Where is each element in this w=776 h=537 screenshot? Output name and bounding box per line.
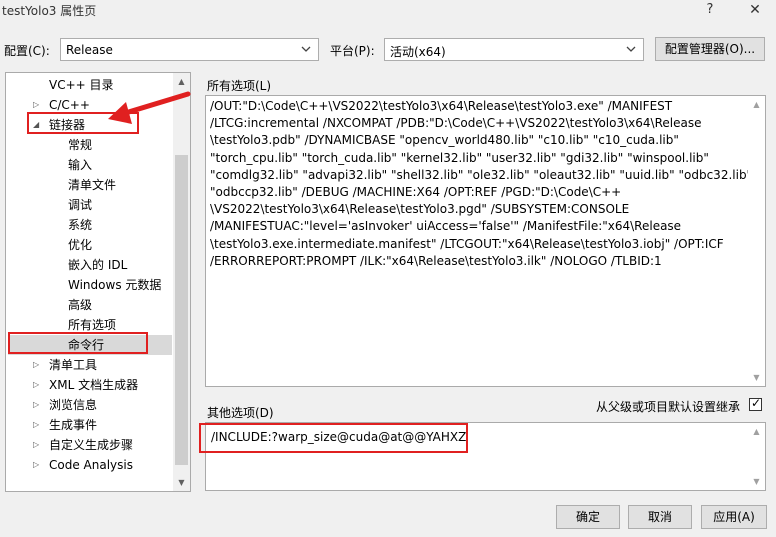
scroll-up-icon[interactable]: ▲ [748, 96, 765, 113]
title-bar: testYolo3 属性页 ? ✕ [0, 0, 776, 30]
tree-item-label: 系统 [68, 218, 93, 232]
scroll-down-icon[interactable]: ▼ [748, 473, 765, 490]
all-options-line: \VS2022\testYolo3\x64\Release\testYolo3.… [210, 202, 630, 217]
tree-item[interactable]: Windows 元数据 [6, 275, 172, 295]
tree-item[interactable]: ▷ Code Analysis [6, 455, 172, 475]
window-title: testYolo3 属性页 [2, 4, 97, 18]
inherit-label: 从父级或项目默认设置继承 [596, 400, 741, 414]
other-options-scrollbar[interactable]: ▲ ▼ [748, 423, 765, 490]
tree-item-label: Code Analysis [49, 458, 133, 472]
tree-item-label: 自定义生成步骤 [49, 438, 134, 452]
tree-item-label: 浏览信息 [49, 398, 98, 412]
property-tree[interactable]: VC++ 目录 ▷ C/C++ ◢ 链接器 常规 输入 清单文件 调试 系统 优化 嵌入的 IDL Wi… [5, 72, 191, 492]
all-options-line: /LTCG:incremental /NXCOMPAT /PDB:"D:\Cod… [210, 116, 702, 131]
tree-item[interactable]: ▷ XML 文档生成器 [6, 375, 172, 395]
inherit-checkbox[interactable]: ✓ [749, 396, 762, 411]
scroll-down-icon[interactable]: ▼ [173, 474, 190, 491]
platform-select[interactable]: 活动(x64) [384, 38, 644, 61]
collapsed-triangle-icon[interactable]: ▷ [33, 435, 43, 455]
tree-item-label: 清单工具 [49, 358, 98, 372]
other-options-label: 其他选项(D) [207, 406, 274, 420]
chevron-down-icon [626, 46, 636, 52]
highlight-cmdline-box [8, 332, 148, 354]
tree-item-label: 嵌入的 IDL [68, 258, 128, 272]
collapsed-triangle-icon[interactable]: ▷ [33, 415, 43, 435]
tree-item[interactable]: ▷ 浏览信息 [6, 395, 172, 415]
scroll-down-icon[interactable]: ▼ [748, 369, 765, 386]
tree-item[interactable]: 嵌入的 IDL [6, 255, 172, 275]
tree-item-label: 优化 [68, 238, 93, 252]
all-options-scrollbar[interactable]: ▲ ▼ [748, 96, 765, 386]
tree-item-label: 调试 [68, 198, 93, 212]
config-value: Release [66, 43, 113, 57]
all-options-line: \testYolo3.exe.intermediate.manifest" /L… [210, 236, 724, 251]
all-options-label: 所有选项(L) [207, 79, 272, 93]
all-options-textbox[interactable]: /OUT:"D:\Code\C++\VS2022\testYolo3\x64\R… [205, 95, 766, 387]
close-button[interactable]: ✕ [742, 2, 768, 18]
tree-item-label: 清单文件 [68, 178, 117, 192]
apply-button[interactable]: 应用(A) [701, 505, 767, 529]
all-options-line: "odbccp32.lib" /DEBUG /MACHINE:X64 /OPT:… [210, 185, 622, 200]
collapsed-triangle-icon[interactable]: ▷ [33, 375, 43, 395]
tree-item[interactable]: ▷ 生成事件 [6, 415, 172, 435]
tree-item[interactable]: ▷ 自定义生成步骤 [6, 435, 172, 455]
all-options-line: "torch_cpu.lib" "torch_cuda.lib" "kernel… [210, 150, 709, 165]
scrollbar-thumb[interactable] [175, 155, 188, 465]
collapsed-triangle-icon[interactable]: ▷ [33, 455, 43, 475]
all-options-line: "comdlg32.lib" "advapi32.lib" "shell32.l… [210, 167, 753, 182]
cancel-button[interactable]: 取消 [628, 505, 692, 529]
tree-item-label: 输入 [68, 158, 93, 172]
tree-item[interactable]: 清单文件 [6, 175, 172, 195]
tree-item-label: 常规 [68, 138, 93, 152]
red-arrow-icon [108, 91, 191, 124]
config-manager-button[interactable]: 配置管理器(O)... [655, 37, 765, 61]
chevron-down-icon [301, 46, 311, 52]
tree-item-label: 高级 [68, 298, 93, 312]
all-options-line: /ERRORREPORT:PROMPT /ILK:"x64\Release\te… [210, 253, 662, 268]
tree-item[interactable]: 输入 [6, 155, 172, 175]
highlight-include-box [199, 423, 468, 453]
tree-item-label: Windows 元数据 [68, 278, 162, 292]
ok-button[interactable]: 确定 [556, 505, 620, 529]
collapsed-triangle-icon[interactable]: ▷ [33, 395, 43, 415]
tree-item[interactable]: 系统 [6, 215, 172, 235]
tree-item-label: 生成事件 [49, 418, 98, 432]
collapsed-triangle-icon[interactable]: ▷ [33, 355, 43, 375]
tree-scrollbar[interactable]: ▲ ▼ [173, 73, 190, 491]
tree-item[interactable]: 调试 [6, 195, 172, 215]
tree-item-label: XML 文档生成器 [49, 378, 139, 392]
all-options-line: /OUT:"D:\Code\C++\VS2022\testYolo3\x64\R… [210, 99, 673, 113]
checkmark-icon: ✓ [751, 396, 762, 410]
tree-item[interactable]: 高级 [6, 295, 172, 315]
config-select[interactable]: Release [60, 38, 319, 61]
all-options-text: /OUT:"D:\Code\C++\VS2022\testYolo3\x64\R… [210, 98, 753, 270]
platform-label: 平台(P): [330, 44, 375, 58]
tree-item[interactable]: ▷ 清单工具 [6, 355, 172, 375]
tree-item[interactable]: 常规 [6, 135, 172, 155]
scroll-up-icon[interactable]: ▲ [748, 423, 765, 440]
config-label: 配置(C): [4, 44, 50, 58]
all-options-line: \testYolo3.pdb" /DYNAMICBASE "opencv_wor… [210, 133, 679, 148]
all-options-line: /MANIFESTUAC:"level='asInvoker' uiAccess… [210, 219, 682, 234]
platform-value: 活动(x64) [390, 45, 446, 59]
help-button[interactable]: ? [697, 2, 723, 17]
tree-item[interactable]: 优化 [6, 235, 172, 255]
